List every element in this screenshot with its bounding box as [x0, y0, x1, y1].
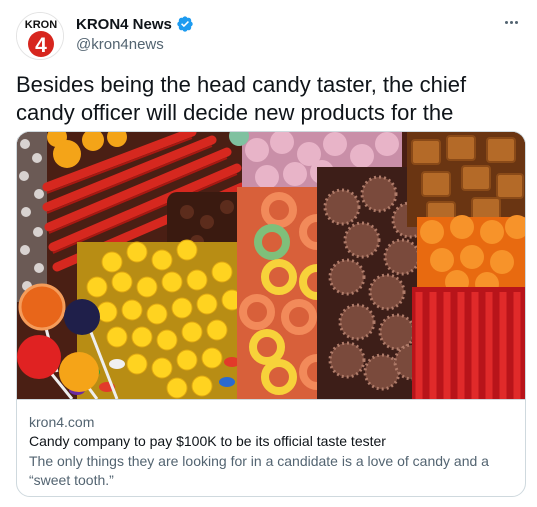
more-options-icon[interactable]	[499, 12, 523, 32]
link-card[interactable]: kron4.com Candy company to pay $100K to …	[16, 131, 526, 497]
candy-photo	[17, 132, 525, 399]
verified-badge-icon	[176, 15, 194, 33]
card-domain: kron4.com	[29, 414, 95, 430]
card-meta[interactable]: kron4.com Candy company to pay $100K to …	[17, 399, 525, 496]
avatar-logo-top: KRON	[25, 19, 57, 31]
card-description: The only things they are looking for in …	[29, 453, 489, 488]
card-image[interactable]	[17, 132, 525, 399]
tweet[interactable]: KRON 4 KRON4 News @kron4news Besides bei…	[0, 0, 537, 507]
avatar-logo-number: 4	[35, 34, 47, 57]
author-name-row: KRON4 News	[76, 15, 194, 33]
kron4-logo-icon: KRON 4	[17, 13, 63, 59]
card-title: Candy company to pay $100K to be its off…	[29, 433, 386, 449]
author-handle[interactable]: @kron4news	[76, 36, 164, 53]
avatar[interactable]: KRON 4	[16, 12, 64, 60]
author-display-name[interactable]: KRON4 News	[76, 16, 172, 33]
